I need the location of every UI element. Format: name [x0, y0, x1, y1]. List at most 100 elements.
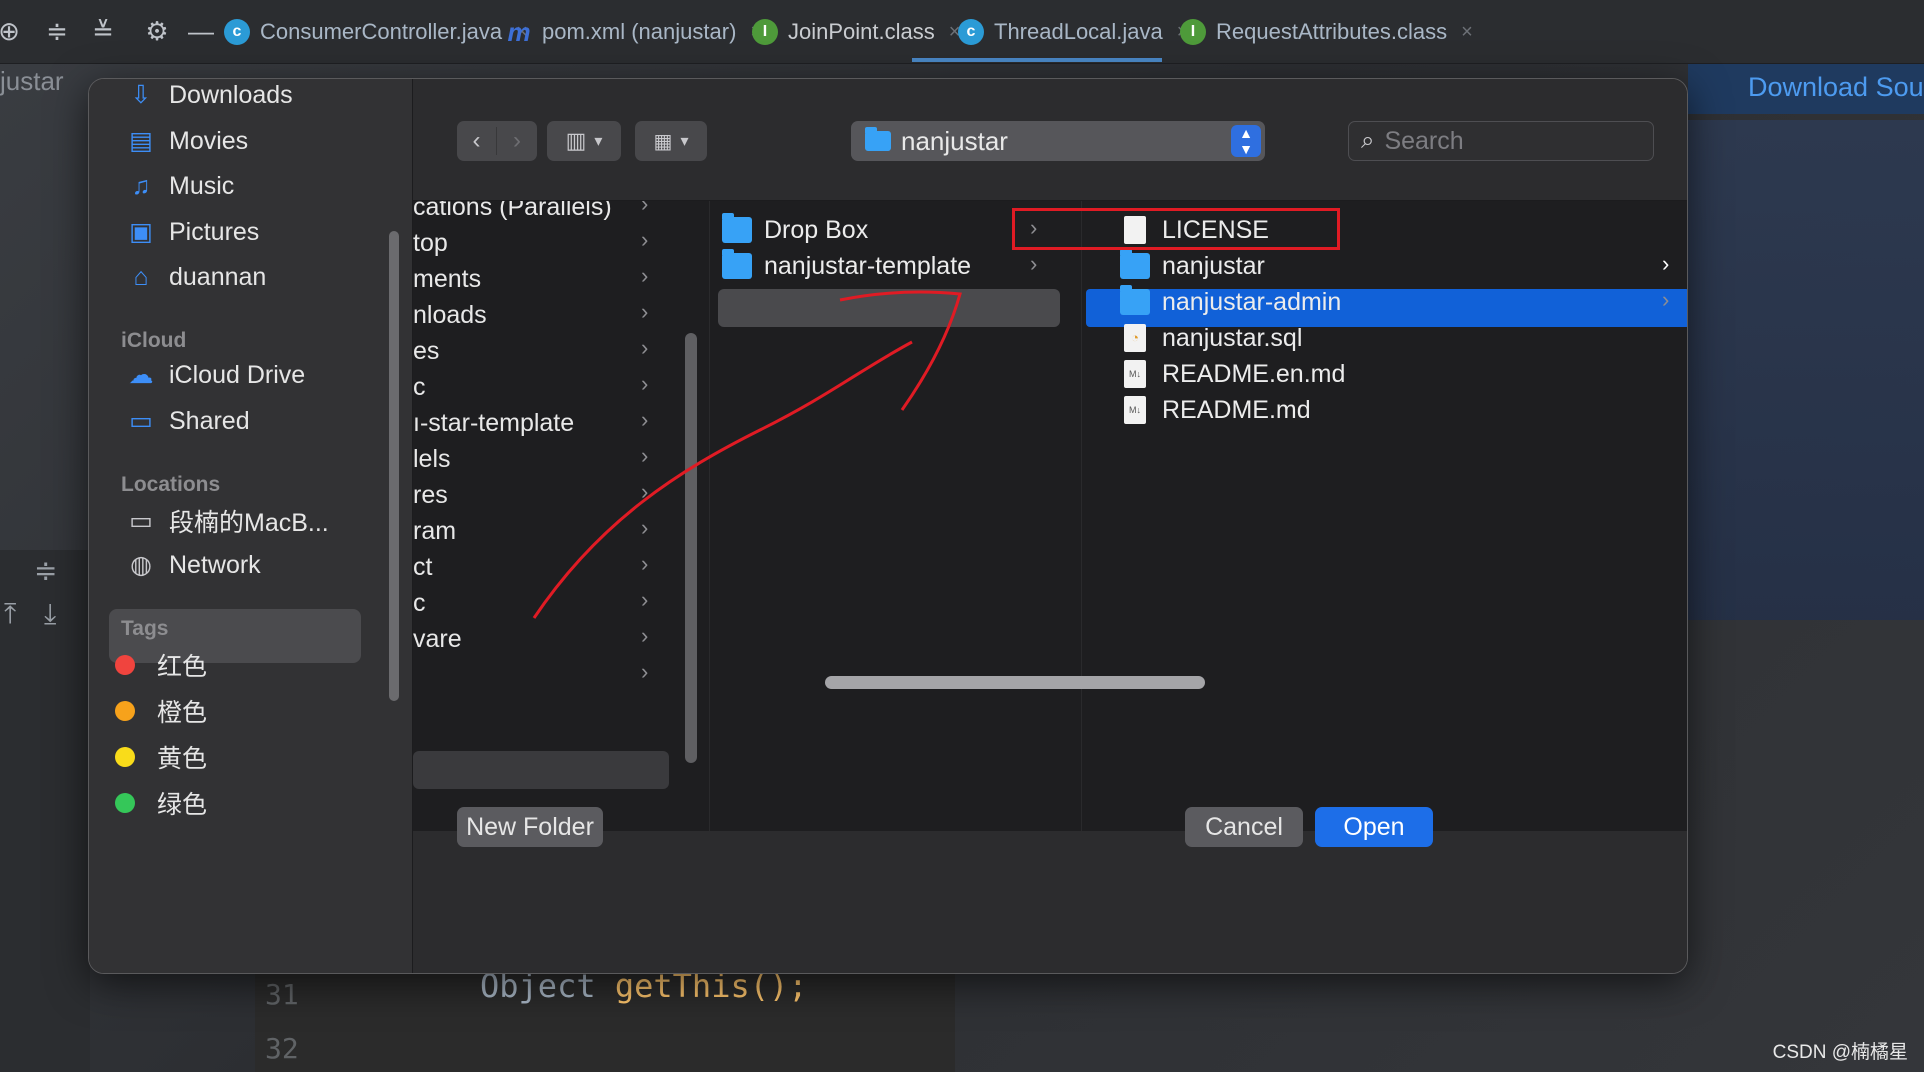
group-button[interactable]: ▦ ▾	[635, 121, 707, 161]
sidebar-item[interactable]: ☁ iCloud Drive	[125, 359, 306, 391]
markdown-file-icon: M↓	[1124, 396, 1146, 424]
search-icon: ⌕	[1361, 127, 1375, 154]
sidebar-item[interactable]: ▣ Pictures	[125, 216, 259, 248]
column-1-item[interactable]: c ›	[413, 369, 659, 405]
music-note-icon: ♫	[131, 171, 151, 200]
column-2-item[interactable]: Drop Box	[722, 211, 868, 249]
column-1-item[interactable]: c ›	[413, 585, 659, 621]
column-1-item[interactable]: ram ›	[413, 513, 659, 549]
column-3-item[interactable]: M↓ README.md	[1120, 391, 1311, 429]
minimize-icon[interactable]: —	[184, 14, 218, 48]
column-1-item[interactable]: ct ›	[413, 549, 659, 585]
chevron-right-icon: ›	[641, 299, 649, 324]
item-label: README.md	[1162, 395, 1311, 424]
chevron-right-icon: ›	[641, 227, 649, 252]
collapse-all-icon[interactable]: ≚	[86, 14, 120, 48]
column-2-item[interactable]: nanjustar-template	[722, 247, 971, 285]
sidebar-item[interactable]: ⌂ duannan	[125, 261, 266, 293]
new-folder-button[interactable]: New Folder	[457, 807, 603, 847]
column-1-item-label: nloads	[413, 300, 487, 329]
folder-icon	[865, 127, 891, 151]
column-3-item[interactable]: nanjustar	[1120, 247, 1265, 285]
sidebar-item[interactable]: ▤ Movies	[125, 125, 248, 157]
chevron-right-icon[interactable]: ›	[497, 127, 537, 155]
sidebar-item[interactable]: ◍ Network	[125, 549, 261, 581]
file-type-icon: I	[752, 19, 778, 45]
column-1-item[interactable]: res ›	[413, 477, 659, 513]
column-3-item[interactable]: M↓ README.en.md	[1120, 355, 1345, 393]
sidebar-item[interactable]: ⇩ Downloads	[125, 79, 293, 111]
download-sources-link[interactable]: Download Sou	[1748, 72, 1924, 103]
editor-tab[interactable]: cThreadLocal.java×	[958, 8, 1188, 56]
sidebar-item[interactable]: ▭ 段楠的MacB...	[125, 503, 329, 539]
tag-color-dot	[115, 701, 135, 721]
gear-icon[interactable]: ⚙	[140, 14, 174, 48]
chevron-left-icon[interactable]: ‹	[457, 127, 497, 155]
search-placeholder: Search	[1384, 126, 1464, 155]
column-1-item-label: lels	[413, 444, 451, 473]
column-1-item[interactable]: ments ›	[413, 261, 659, 297]
search-input[interactable]: ⌕ Search	[1348, 121, 1654, 161]
upload-icon[interactable]: ⤒	[4, 598, 16, 631]
open-button[interactable]: Open	[1315, 807, 1433, 847]
path-popup[interactable]: nanjustar ▲ ▼	[851, 121, 1265, 161]
sidebar-item[interactable]: ▭ Shared	[125, 405, 249, 437]
column-1-item-label: cations (Parallels)	[413, 201, 612, 221]
sidebar-section-header: Locations	[121, 473, 221, 496]
file-type-icon: m	[507, 17, 531, 47]
tag-color-dot	[115, 793, 135, 813]
tag-item[interactable]: 红色	[109, 647, 207, 683]
column-1-item[interactable]: ›	[413, 657, 659, 693]
tag-item[interactable]: 黄色	[109, 739, 207, 775]
chevron-down-icon: ▾	[594, 133, 603, 150]
folder-icon	[722, 213, 752, 243]
editor-tab[interactable]: I JoinPoint.class ×	[752, 8, 960, 56]
item-label: Drop Box	[764, 215, 869, 244]
chevron-right-icon: ›	[641, 407, 649, 432]
tag-item[interactable]: 绿色	[109, 785, 207, 821]
sidebar-scrollbar[interactable]	[389, 231, 399, 701]
column-1-item[interactable]: lels ›	[413, 441, 659, 477]
close-icon[interactable]: ×	[1461, 21, 1473, 44]
download-step-icon[interactable]: ⤓	[44, 598, 56, 631]
globe-icon: ◍	[130, 551, 152, 579]
column-1-item[interactable]: nloads ›	[413, 297, 659, 333]
item-label: README.en.md	[1162, 359, 1346, 388]
chevron-right-icon: ›	[1030, 251, 1038, 276]
chevron-right-icon: ›	[641, 371, 649, 396]
column-1-item[interactable]: es ›	[413, 333, 659, 369]
grid-icon: ▦	[653, 130, 673, 153]
cancel-button[interactable]: Cancel	[1185, 807, 1303, 847]
home-icon: ⌂	[133, 262, 149, 291]
editor-tab[interactable]: I RequestAttributes.class ×	[1180, 8, 1473, 56]
editor-tab[interactable]: mpom.xml (nanjustar)×	[506, 8, 762, 56]
markdown-file-icon: M↓	[1124, 360, 1146, 388]
view-mode-button[interactable]: ▥ ▾	[547, 121, 621, 161]
column-1-item-label: ct	[413, 552, 433, 581]
sidebar-item-label: Pictures	[169, 217, 260, 246]
tag-item[interactable]: 橙色	[109, 693, 207, 729]
target-icon[interactable]: ⊕	[0, 14, 26, 48]
column-1-item[interactable]: top ›	[413, 225, 659, 261]
highlight-box	[1012, 208, 1340, 250]
tab-label: ThreadLocal.java	[994, 19, 1163, 44]
column-1-item[interactable]: vare ›	[413, 621, 659, 657]
column-1-item[interactable]: ı-star-template ›	[413, 405, 659, 441]
horizontal-scrollbar[interactable]	[825, 676, 1205, 689]
folder-icon	[722, 249, 752, 279]
tag-color-dot	[115, 747, 135, 767]
expand-all-icon[interactable]: ≑	[40, 14, 74, 48]
align-icon[interactable]: ≑	[34, 554, 57, 587]
column-1-item-label: ments	[413, 264, 482, 293]
column-3-item[interactable]: nanjustar-admin	[1120, 283, 1341, 321]
column-1-item-label: res	[413, 480, 448, 509]
tab-label: RequestAttributes.class	[1216, 19, 1448, 44]
column-3-item[interactable]: ◔ nanjustar.sql	[1120, 319, 1302, 357]
column-1-item[interactable]: cations (Parallels) ›	[413, 201, 659, 225]
chevron-right-icon: ›	[641, 551, 649, 576]
sidebar-item[interactable]: ♫ Music	[125, 170, 235, 202]
column-2-selection	[718, 289, 1060, 327]
column-1-scrollbar[interactable]	[685, 333, 697, 763]
sidebar-item-label: duannan	[169, 262, 267, 291]
editor-tab[interactable]: c ConsumerController.java ×	[224, 8, 528, 56]
